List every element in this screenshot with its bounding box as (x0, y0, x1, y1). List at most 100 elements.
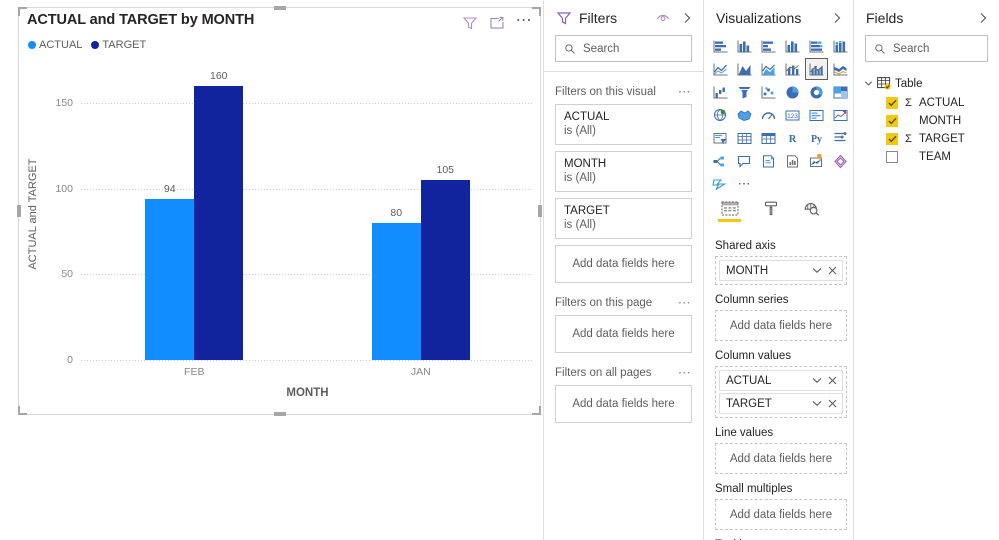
viz-type-multi-row-card[interactable] (805, 104, 828, 126)
viz-type-more-options[interactable]: ⋯ (733, 173, 756, 195)
chevron-down-icon[interactable] (864, 79, 873, 88)
filters-search-box[interactable]: Search (555, 35, 692, 62)
well-dropzone[interactable]: ACTUAL TARGET (715, 366, 847, 418)
viz-type-stacked-bar-chart[interactable] (709, 35, 732, 57)
well-dropzone[interactable]: Add data fields here (715, 499, 847, 530)
field-checkbox[interactable] (886, 97, 898, 109)
more-options-icon[interactable]: ⋯ (516, 12, 533, 31)
report-canvas[interactable]: ACTUAL and TARGET by MONTH ⋯ ACTUAL TARG… (0, 0, 543, 540)
collapse-pane-icon[interactable] (681, 12, 693, 24)
field-checkbox[interactable] (886, 115, 898, 127)
bar-actual-feb[interactable]: 94 (145, 183, 195, 360)
resize-handle-right[interactable] (538, 205, 542, 217)
viz-type-q-and-a[interactable] (733, 150, 756, 172)
viz-type-r-script-visual[interactable]: R (781, 127, 804, 149)
viz-type-gauge[interactable] (757, 104, 780, 126)
bar-target-feb[interactable]: 160 (194, 70, 244, 360)
viz-type-python-visual[interactable]: Py (805, 127, 828, 149)
viz-type-paginated-report[interactable] (781, 150, 804, 172)
viz-type-map[interactable] (709, 104, 732, 126)
chart-visual[interactable]: ACTUAL and TARGET by MONTH ⋯ ACTUAL TARG… (17, 6, 542, 416)
well-dropzone[interactable]: Add data fields here (715, 310, 847, 341)
fields-table-node[interactable]: Table (864, 73, 991, 94)
filter-section-more-icon[interactable]: ⋯ (678, 366, 692, 379)
viz-type-stacked-area-chart[interactable] (757, 58, 780, 80)
well-chip-month[interactable]: MONTH (719, 260, 843, 281)
remove-field-icon[interactable] (828, 376, 837, 385)
field-item-team[interactable]: ΣTEAM (864, 148, 991, 166)
legend-item-target[interactable]: TARGET (91, 39, 146, 51)
field-checkbox[interactable] (886, 151, 898, 163)
resize-handle-top-left[interactable] (18, 7, 27, 16)
chevron-down-icon[interactable] (812, 400, 822, 407)
viz-type-card[interactable]: 123 (781, 104, 804, 126)
collapse-pane-icon[interactable] (831, 12, 843, 24)
remove-field-icon[interactable] (828, 266, 837, 275)
viz-type-key-influencers[interactable] (829, 127, 852, 149)
viz-type-filled-map[interactable] (733, 104, 756, 126)
filter-section-more-icon[interactable]: ⋯ (678, 296, 692, 309)
resize-handle-top[interactable] (273, 6, 286, 10)
filter-dropzone[interactable]: Add data fields here (555, 245, 692, 283)
viz-type-kpi[interactable] (829, 104, 852, 126)
well-dropzone[interactable]: MONTH (715, 256, 847, 285)
viz-type-area-chart[interactable] (733, 58, 756, 80)
legend-item-actual[interactable]: ACTUAL (28, 39, 82, 51)
format-tab[interactable] (759, 201, 782, 225)
bar-target-jan[interactable]: 105 (420, 164, 470, 360)
visualization-type-grid[interactable]: 123 R Py ⋯ (704, 35, 853, 197)
resize-handle-bottom[interactable] (273, 412, 286, 416)
field-item-target[interactable]: Σ TARGET (864, 130, 991, 148)
viz-type-smart-narrative[interactable] (757, 150, 780, 172)
field-item-month[interactable]: ΣMONTH (864, 112, 991, 130)
viz-type-slicer[interactable] (709, 127, 732, 149)
viz-type-table[interactable] (733, 127, 756, 149)
well-chip-target[interactable]: TARGET (719, 393, 843, 414)
viz-type-pie-chart[interactable] (781, 81, 804, 103)
viz-type-matrix[interactable] (757, 127, 780, 149)
filter-dropzone[interactable]: Add data fields here (555, 385, 692, 423)
viz-type-arcgis-maps[interactable] (805, 150, 828, 172)
fields-tab[interactable] (718, 201, 741, 225)
focus-mode-icon[interactable] (489, 15, 505, 31)
viz-type-power-apps[interactable] (829, 150, 852, 172)
remove-field-icon[interactable] (828, 399, 837, 408)
viz-type-waterfall-chart[interactable] (709, 81, 732, 103)
resize-handle-bottom-left[interactable] (18, 406, 27, 415)
viz-type-100-stacked-column-chart[interactable] (829, 35, 852, 57)
viz-type-line-chart[interactable] (709, 58, 732, 80)
chevron-down-icon[interactable] (812, 267, 822, 274)
hide-filter-pane-icon[interactable] (655, 10, 671, 26)
viz-type-clustered-bar-chart[interactable] (757, 35, 780, 57)
viz-type-donut-chart[interactable] (805, 81, 828, 103)
collapse-pane-icon[interactable] (977, 12, 989, 24)
well-dropzone[interactable]: Add data fields here (715, 443, 847, 474)
filter-dropzone[interactable]: Add data fields here (555, 315, 692, 353)
viz-type-decomposition-tree[interactable] (709, 150, 732, 172)
filter-icon[interactable] (462, 15, 478, 31)
filter-card[interactable]: MONTH is (All) (555, 151, 692, 192)
resize-handle-bottom-right[interactable] (532, 406, 541, 415)
viz-type-funnel[interactable] (733, 81, 756, 103)
filter-card[interactable]: TARGET is (All) (555, 198, 692, 239)
viz-type-100-stacked-bar-chart[interactable] (805, 35, 828, 57)
fields-search-box[interactable]: Search (865, 35, 988, 62)
viz-type-clustered-column-chart[interactable] (781, 35, 804, 57)
viz-type-get-more-visuals[interactable] (709, 173, 732, 195)
viz-type-scatter-chart[interactable] (757, 81, 780, 103)
viz-type-stacked-column-chart[interactable] (733, 35, 756, 57)
filter-section-more-icon[interactable]: ⋯ (678, 85, 692, 98)
bar-actual-jan[interactable]: 80 (371, 207, 421, 360)
viz-type-treemap[interactable] (829, 81, 852, 103)
chevron-down-icon[interactable] (812, 377, 822, 384)
filter-card[interactable]: ACTUAL is (All) (555, 104, 692, 145)
viz-type-line-clustered-column-chart[interactable] (805, 58, 828, 80)
viz-type-ribbon-chart[interactable] (829, 58, 852, 80)
field-item-actual[interactable]: Σ ACTUAL (864, 94, 991, 112)
more-options-icon[interactable]: ⋯ (738, 177, 752, 190)
well-chip-actual[interactable]: ACTUAL (719, 370, 843, 391)
visualization-field-tabs[interactable] (704, 197, 853, 225)
viz-type-line-stacked-column-chart[interactable] (781, 58, 804, 80)
field-checkbox[interactable] (886, 133, 898, 145)
resize-handle-left[interactable] (17, 205, 21, 217)
